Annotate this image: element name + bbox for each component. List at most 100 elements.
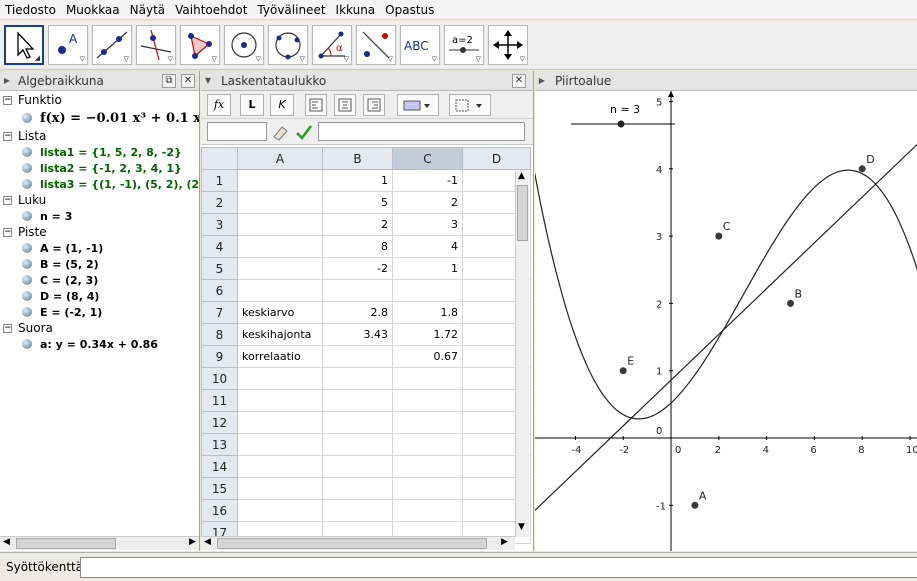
table-cell[interactable] bbox=[237, 499, 323, 522]
table-cell[interactable] bbox=[322, 389, 393, 412]
point-a[interactable] bbox=[691, 501, 699, 509]
scroll-thumb[interactable] bbox=[16, 538, 116, 549]
undock-icon[interactable]: ⧉ bbox=[162, 74, 176, 88]
table-cell[interactable]: keskihajonta bbox=[237, 323, 323, 346]
tree-category-number[interactable]: − Luku bbox=[0, 192, 199, 208]
table-cell[interactable] bbox=[237, 477, 323, 500]
column-header-a[interactable]: A bbox=[237, 147, 323, 170]
table-cell[interactable] bbox=[322, 455, 393, 478]
row-header[interactable]: 5 bbox=[201, 257, 238, 280]
table-cell[interactable] bbox=[392, 477, 463, 500]
row-header[interactable]: 10 bbox=[201, 367, 238, 390]
row-header[interactable]: 12 bbox=[201, 411, 238, 434]
perpendicular-tool-button[interactable]: ▽ bbox=[136, 25, 176, 65]
conic-tool-button[interactable]: ▽ bbox=[268, 25, 308, 65]
table-cell[interactable]: 4 bbox=[392, 235, 463, 258]
table-cell[interactable] bbox=[237, 367, 323, 390]
algebra-item-point-a[interactable]: A = (1, -1) bbox=[0, 240, 199, 256]
row-header[interactable]: 15 bbox=[201, 477, 238, 500]
visibility-toggle-icon[interactable] bbox=[22, 307, 32, 317]
algebra-item-point-b[interactable]: B = (5, 2) bbox=[0, 256, 199, 272]
table-cell[interactable] bbox=[237, 389, 323, 412]
collapse-arrow-icon[interactable]: ▶ bbox=[535, 76, 549, 85]
scroll-thumb[interactable] bbox=[217, 538, 487, 549]
table-cell[interactable]: 1 bbox=[322, 169, 393, 192]
menu-tools[interactable]: Työvälineet bbox=[252, 1, 330, 19]
row-header[interactable]: 8 bbox=[201, 323, 238, 346]
algebra-item-function[interactable]: f(x) = −0.01 x³ + 0.1 x² bbox=[0, 108, 199, 128]
scroll-right-icon[interactable]: ▶ bbox=[189, 537, 196, 547]
table-cell[interactable]: 1.72 bbox=[392, 323, 463, 346]
row-header[interactable]: 1 bbox=[201, 169, 238, 192]
tree-category-line[interactable]: − Suora bbox=[0, 320, 199, 336]
algebra-item-point-c[interactable]: C = (2, 3) bbox=[0, 272, 199, 288]
row-header[interactable]: 4 bbox=[201, 235, 238, 258]
tree-category-list[interactable]: − Lista bbox=[0, 128, 199, 144]
table-cell[interactable]: 5 bbox=[322, 191, 393, 214]
column-header-d[interactable]: D bbox=[462, 147, 531, 170]
fx-button[interactable]: fx bbox=[207, 94, 231, 116]
table-cell[interactable]: 2 bbox=[322, 213, 393, 236]
spreadsheet-horizontal-scrollbar[interactable]: ◀ ▶ bbox=[201, 536, 515, 550]
table-cell[interactable] bbox=[237, 257, 323, 280]
row-header[interactable]: 11 bbox=[201, 389, 238, 412]
table-cell[interactable] bbox=[392, 389, 463, 412]
table-cell[interactable] bbox=[392, 499, 463, 522]
table-cell[interactable] bbox=[237, 169, 323, 192]
circle-tool-button[interactable]: ▽ bbox=[224, 25, 264, 65]
algebra-item-n[interactable]: n = 3 bbox=[0, 208, 199, 224]
table-cell[interactable]: -1 bbox=[392, 169, 463, 192]
table-cell[interactable]: 3.43 bbox=[322, 323, 393, 346]
table-cell[interactable]: keskiarvo bbox=[237, 301, 323, 324]
menu-view[interactable]: Näytä bbox=[125, 1, 171, 19]
border-dropdown[interactable] bbox=[449, 94, 491, 116]
table-cell[interactable] bbox=[237, 191, 323, 214]
table-cell[interactable] bbox=[237, 455, 323, 478]
visibility-toggle-icon[interactable] bbox=[22, 259, 32, 269]
tree-category-function[interactable]: − Funktio bbox=[0, 92, 199, 108]
visibility-toggle-icon[interactable] bbox=[22, 339, 32, 349]
move-view-tool-button[interactable]: ▽ bbox=[488, 25, 528, 65]
table-cell[interactable] bbox=[322, 411, 393, 434]
table-cell[interactable] bbox=[322, 279, 393, 302]
spreadsheet-vertical-scrollbar[interactable]: ▲ ▼ bbox=[515, 171, 529, 537]
scroll-left-icon[interactable]: ◀ bbox=[204, 537, 211, 547]
point-d[interactable] bbox=[858, 165, 866, 173]
menu-file[interactable]: Tiedosto bbox=[0, 1, 61, 19]
table-cell[interactable] bbox=[237, 213, 323, 236]
row-header[interactable]: 13 bbox=[201, 433, 238, 456]
close-icon[interactable]: ✕ bbox=[512, 74, 526, 88]
visibility-toggle-icon[interactable] bbox=[22, 275, 32, 285]
angle-tool-button[interactable]: α ▽ bbox=[312, 25, 352, 65]
cell-name-field[interactable] bbox=[207, 122, 267, 141]
polygon-tool-button[interactable]: ▽ bbox=[180, 25, 220, 65]
visibility-toggle-icon[interactable] bbox=[22, 147, 32, 157]
table-cell[interactable] bbox=[392, 367, 463, 390]
algebra-horizontal-scrollbar[interactable]: ◀ ▶ bbox=[0, 536, 199, 550]
tree-category-point[interactable]: − Piste bbox=[0, 224, 199, 240]
table-cell[interactable] bbox=[237, 411, 323, 434]
algebra-item-list2[interactable]: lista2 = {-1, 2, 3, 4, 1} bbox=[0, 160, 199, 176]
point-e[interactable] bbox=[619, 367, 627, 375]
column-header-c[interactable]: C bbox=[392, 147, 463, 170]
align-right-button[interactable] bbox=[363, 94, 385, 116]
visibility-toggle-icon[interactable] bbox=[22, 211, 32, 221]
table-cell[interactable] bbox=[322, 433, 393, 456]
row-header[interactable]: 6 bbox=[201, 279, 238, 302]
visibility-toggle-icon[interactable] bbox=[22, 113, 32, 123]
slider-tool-button[interactable]: a=2 ▽ bbox=[444, 25, 484, 65]
input-field[interactable] bbox=[80, 557, 917, 578]
table-cell[interactable] bbox=[392, 411, 463, 434]
scroll-left-icon[interactable]: ◀ bbox=[3, 537, 10, 547]
menu-edit[interactable]: Muokkaa bbox=[61, 1, 125, 19]
table-cell[interactable] bbox=[322, 345, 393, 368]
align-center-button[interactable] bbox=[334, 94, 356, 116]
table-cell[interactable] bbox=[322, 499, 393, 522]
table-cell[interactable] bbox=[237, 433, 323, 456]
menu-options[interactable]: Vaihtoehdot bbox=[170, 1, 252, 19]
table-cell[interactable] bbox=[237, 279, 323, 302]
table-cell[interactable]: 1.8 bbox=[392, 301, 463, 324]
line-tool-button[interactable]: ▽ bbox=[92, 25, 132, 65]
bgcolor-dropdown[interactable] bbox=[397, 94, 439, 116]
table-cell[interactable]: 8 bbox=[322, 235, 393, 258]
